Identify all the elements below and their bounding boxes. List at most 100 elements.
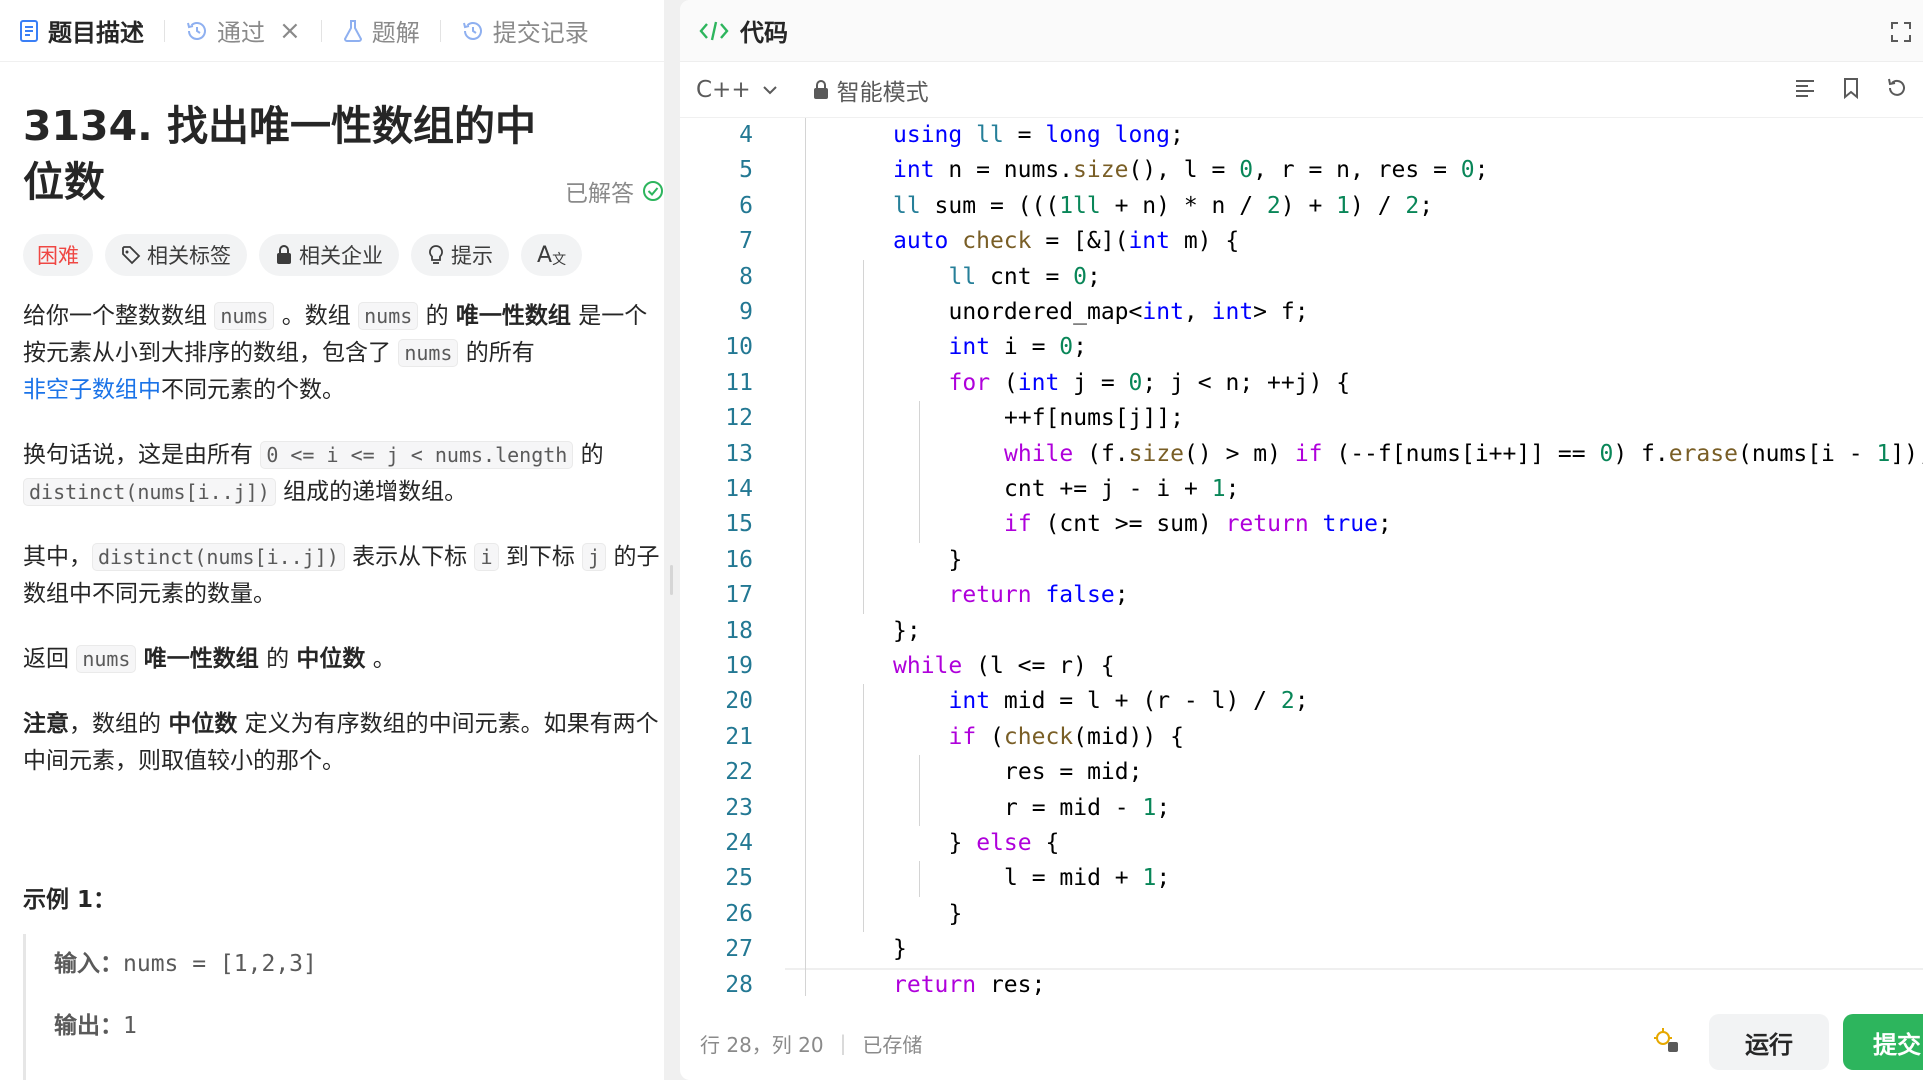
code-text: if (check(mid)) { <box>948 723 1184 750</box>
inline-code: nums <box>398 339 459 367</box>
line-number: 6 <box>739 192 753 219</box>
inline-code: i <box>474 543 499 571</box>
code-line[interactable]: 7 auto check = [&](int m) { <box>680 224 1923 259</box>
tab-submissions-label: 提交记录 <box>492 19 589 47</box>
desc-paragraph-4: 返回 nums 唯一性数组 的 中位数 。 <box>23 641 663 678</box>
run-button[interactable]: 运行 <box>1709 1014 1829 1070</box>
bulb-icon <box>429 245 443 264</box>
code-text: return false; <box>948 582 1129 609</box>
submit-button[interactable]: 提交 <box>1843 1014 1923 1070</box>
code-line[interactable]: 12 ++f[nums[j]]; <box>680 401 1923 436</box>
code-line[interactable]: 20 int mid = l + (r - l) / 2; <box>680 684 1923 719</box>
indent-guide <box>805 118 806 996</box>
code-line[interactable]: 8 ll cnt = 0; <box>680 260 1923 295</box>
line-number: 20 <box>725 688 753 715</box>
difficulty-badge: 困难 <box>23 234 93 276</box>
line-number: 28 <box>725 971 753 996</box>
related-tags-button[interactable]: 相关标签 <box>105 234 247 276</box>
code-text: }; <box>893 617 921 644</box>
code-text: } <box>948 900 963 927</box>
code-editor[interactable]: 4 using ll = long long; 5 int n = nums.size… <box>680 118 1923 996</box>
inline-code: distinct(nums[i..j]) <box>92 543 345 571</box>
line-number: 18 <box>725 617 753 644</box>
example-output-value: 1 <box>123 1013 137 1039</box>
line-number: 21 <box>725 723 753 750</box>
mode-indicator[interactable]: 智能模式 <box>813 73 929 107</box>
code-text: int mid = l + (r - l) / 2; <box>948 688 1309 715</box>
inline-code: distinct(nums[i..j]) <box>23 478 276 506</box>
editor-toolbar: C++ 智能模式 <box>680 62 1923 118</box>
line-number: 25 <box>725 865 753 892</box>
code-line[interactable]: 19 while (l <= r) { <box>680 649 1923 684</box>
code-line[interactable]: 22 res = mid; <box>680 755 1923 790</box>
hint-label: 提示 <box>451 244 493 268</box>
mode-label: 智能模式 <box>836 79 929 106</box>
code-line[interactable]: 16} <box>680 543 1923 578</box>
debug-icon[interactable] <box>1651 1025 1681 1060</box>
tab-accepted[interactable]: 通过 × <box>185 13 301 48</box>
code-line[interactable]: 10 int i = 0; <box>680 330 1923 365</box>
flask-icon <box>343 19 362 42</box>
line-number: 23 <box>725 794 753 821</box>
code-line[interactable]: 25 l = mid + 1; <box>680 861 1923 896</box>
line-number: 17 <box>725 582 753 609</box>
code-text: while (l <= r) { <box>893 653 1115 679</box>
chevron-down-icon <box>762 85 777 94</box>
indent-guide <box>919 861 920 897</box>
desc-text: 给你一个整数数组 <box>23 303 207 329</box>
code-line[interactable]: 21 if (check(mid)) { <box>680 720 1923 755</box>
lock-icon <box>277 245 291 264</box>
bookmark-icon[interactable] <box>1839 76 1863 104</box>
tab-divider <box>164 19 165 42</box>
tab-description[interactable]: 题目描述 <box>18 13 144 48</box>
line-number: 7 <box>739 228 753 255</box>
language-select[interactable]: C++ <box>696 77 781 103</box>
reset-icon[interactable] <box>1885 76 1909 104</box>
code-line[interactable]: 6 ll sum = (((1ll + n) * n / 2) + 1) / 2; <box>680 189 1923 224</box>
resize-handle[interactable] <box>670 565 673 595</box>
expand-icon[interactable] <box>1889 20 1913 48</box>
code-line[interactable]: 11 for (int j = 0; j < n; ++j) { <box>680 366 1923 401</box>
line-number: 19 <box>725 653 753 679</box>
action-buttons: 运行 提交 <box>1651 1014 1923 1070</box>
panel-divider[interactable] <box>664 0 680 1080</box>
problem-title[interactable]: 3134. 找出唯一性数组的中位数 <box>23 98 543 210</box>
code-line[interactable]: 4 using ll = long long; <box>680 118 1923 153</box>
problem-content: 3134. 找出唯一性数组的中位数 已解答 困难 相关标签 相关企业 提示 A文 <box>0 62 664 1080</box>
line-number: 27 <box>725 936 753 963</box>
code-line[interactable]: 18}; <box>680 614 1923 649</box>
related-companies-button[interactable]: 相关企业 <box>259 234 399 276</box>
save-status: 已存储 <box>862 1032 923 1057</box>
code-line[interactable]: 5 int n = nums.size(), l = 0, r = n, res … <box>680 153 1923 188</box>
code-line[interactable]: 15 if (cnt >= sum) return true; <box>680 507 1923 542</box>
line-number: 14 <box>725 476 753 502</box>
code-line[interactable]: 14 cnt += j - i + 1; <box>680 472 1923 507</box>
code-text: ll sum = (((1ll + n) * n / 2) + 1) / 2; <box>893 192 1434 219</box>
code-line[interactable]: 9 unordered_map<int, int> f; <box>680 295 1923 330</box>
code-panel: 代码 C++ 智能模式 4 using ll = long long; 5 int n… <box>680 0 1923 1080</box>
code-line[interactable]: 26} <box>680 897 1923 932</box>
line-number: 12 <box>725 405 753 432</box>
hint-button[interactable]: 提示 <box>411 234 509 276</box>
line-number: 9 <box>739 299 753 325</box>
tab-submissions[interactable]: 提交记录 <box>461 13 589 48</box>
code-line[interactable]: 24} else { <box>680 826 1923 861</box>
desc-text: 返回 <box>23 646 69 672</box>
line-number: 4 <box>739 122 753 148</box>
code-header: 代码 <box>680 0 1923 62</box>
code-line[interactable]: 23 r = mid - 1; <box>680 791 1923 826</box>
subarray-link[interactable]: 非空子数组中 <box>23 377 161 403</box>
code-line[interactable]: 13 while (f.size() > m) if (--f[nums[i++]… <box>680 437 1923 472</box>
line-number: 11 <box>725 369 753 396</box>
code-text: while (f.size() > m) if (--f[nums[i++]] … <box>1004 440 1923 467</box>
translate-icon: A <box>537 242 553 268</box>
code-line[interactable]: 27} <box>680 932 1923 967</box>
code-text: int n = nums.size(), l = 0, r = n, res =… <box>893 157 1489 184</box>
code-line[interactable]: 17 return false; <box>680 578 1923 613</box>
tab-description-label: 题目描述 <box>48 19 144 47</box>
close-icon[interactable]: × <box>279 16 301 46</box>
format-icon[interactable] <box>1793 76 1817 104</box>
translate-button[interactable]: A文 <box>521 234 583 276</box>
tab-solutions[interactable]: 题解 <box>342 13 420 48</box>
code-line[interactable]: 28 return res; <box>680 967 1923 996</box>
